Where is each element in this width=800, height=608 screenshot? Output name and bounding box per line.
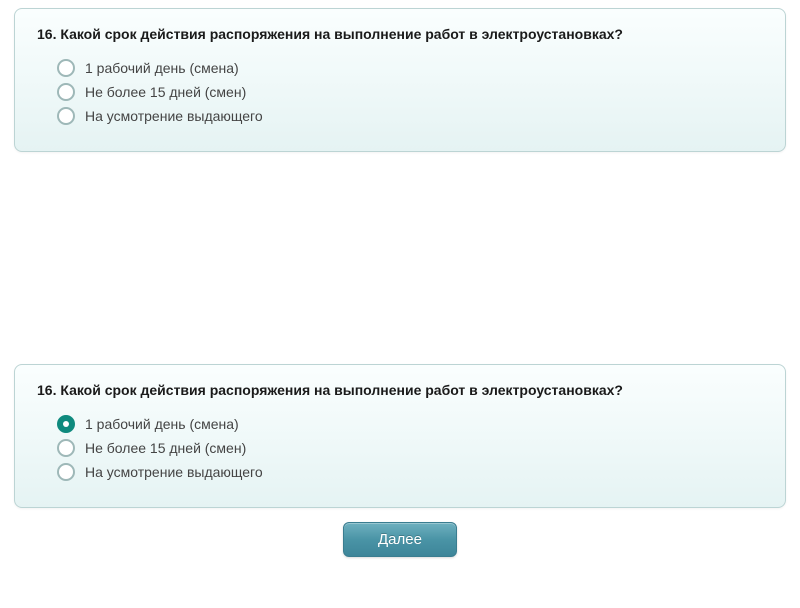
radio-icon xyxy=(57,463,75,481)
options-list: 1 рабочий день (смена) Не более 15 дней … xyxy=(57,415,763,482)
radio-icon xyxy=(57,59,75,77)
question-text: 16. Какой срок действия распоряжения на … xyxy=(37,25,763,45)
radio-icon xyxy=(57,439,75,457)
radio-icon-selected xyxy=(57,415,75,433)
option-label: На усмотрение выдающего xyxy=(85,463,263,481)
option-label: Не более 15 дней (смен) xyxy=(85,83,246,101)
option-label: На усмотрение выдающего xyxy=(85,107,263,125)
option-row-3[interactable]: На усмотрение выдающего xyxy=(57,463,763,481)
option-label: 1 рабочий день (смена) xyxy=(85,415,239,433)
option-row-2[interactable]: Не более 15 дней (смен) xyxy=(57,83,763,101)
quiz-card-1: 16. Какой срок действия распоряжения на … xyxy=(14,8,786,152)
button-row: Далее xyxy=(0,522,800,557)
quiz-card-2: 16. Какой срок действия распоряжения на … xyxy=(14,364,786,508)
option-label: 1 рабочий день (смена) xyxy=(85,59,239,77)
option-row-3[interactable]: На усмотрение выдающего xyxy=(57,107,763,125)
option-row-1[interactable]: 1 рабочий день (смена) xyxy=(57,415,763,433)
option-label: Не более 15 дней (смен) xyxy=(85,439,246,457)
radio-icon xyxy=(57,107,75,125)
option-row-2[interactable]: Не более 15 дней (смен) xyxy=(57,439,763,457)
question-text: 16. Какой срок действия распоряжения на … xyxy=(37,381,763,401)
next-button[interactable]: Далее xyxy=(343,522,457,557)
spacer xyxy=(0,166,800,356)
options-list: 1 рабочий день (смена) Не более 15 дней … xyxy=(57,59,763,126)
option-row-1[interactable]: 1 рабочий день (смена) xyxy=(57,59,763,77)
radio-icon xyxy=(57,83,75,101)
